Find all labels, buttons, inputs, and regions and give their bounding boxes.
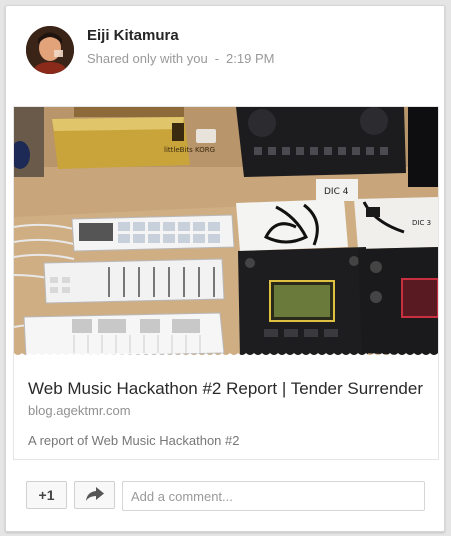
post-timestamp[interactable]: 2:19 PM: [226, 51, 274, 66]
comment-input[interactable]: [122, 481, 425, 511]
plus-one-button[interactable]: +1: [26, 481, 67, 509]
card-left-text: DIC 4: [324, 187, 349, 197]
post-card: Eiji Kitamura Shared only with you -2:19 …: [5, 5, 445, 532]
box-logo-text: littleBits KORG: [164, 146, 215, 154]
card-right-text: DIC 3: [412, 219, 431, 227]
author-name[interactable]: Eiji Kitamura: [87, 27, 179, 44]
visibility-label[interactable]: Shared only with you: [87, 51, 208, 66]
share-button[interactable]: [74, 481, 115, 509]
link-title[interactable]: Web Music Hackathon #2 Report | Tender S…: [28, 379, 423, 399]
link-description: A report of Web Music Hackathon #2: [28, 433, 240, 448]
share-arrow-icon: [85, 486, 104, 504]
meta-separator: -: [214, 51, 220, 66]
link-attachment[interactable]: littleBits KORG DIC 4 DIC 3 Web Music Ha…: [13, 106, 439, 460]
attachment-photo[interactable]: littleBits KORG DIC 4 DIC 3: [14, 107, 438, 360]
plus-one-label: +1: [38, 487, 55, 503]
avatar[interactable]: [26, 26, 74, 74]
link-domain[interactable]: blog.agektmr.com: [28, 403, 131, 418]
post-meta: Shared only with you -2:19 PM: [87, 51, 274, 66]
